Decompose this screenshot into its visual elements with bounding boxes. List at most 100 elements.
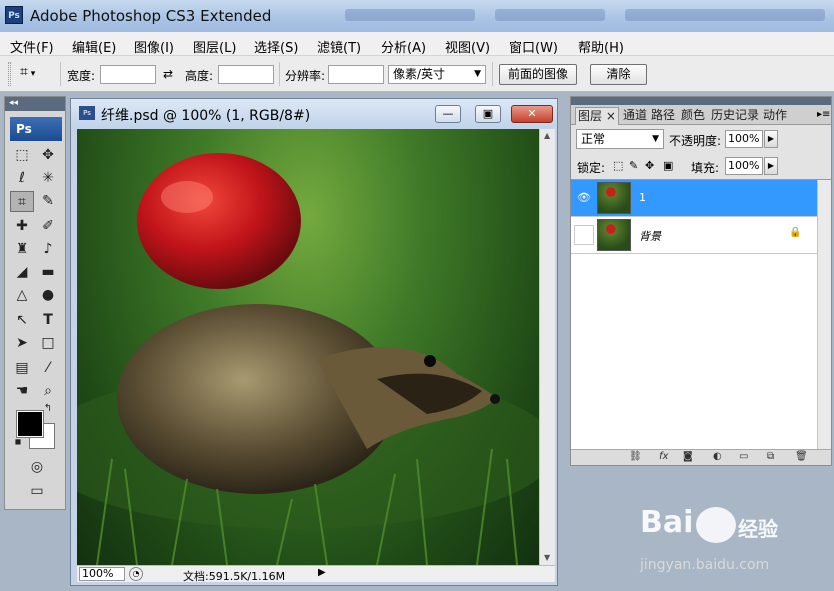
maximize-button[interactable]: ▣ <box>475 105 501 123</box>
clone-stamp-icon[interactable]: ♜ <box>10 239 34 260</box>
dodge-tool-icon[interactable]: ● <box>36 285 60 306</box>
resolution-unit-select[interactable]: 像素/英寸 ▼ <box>388 65 486 84</box>
gradient-tool-icon[interactable]: ▬ <box>36 262 60 283</box>
minimize-button[interactable]: — <box>435 105 461 123</box>
tab-layers[interactable]: 图层 × <box>575 107 619 125</box>
panel-menu-icon[interactable]: ▸≡ <box>817 109 830 120</box>
tab-actions[interactable]: 动作 <box>761 107 789 125</box>
opacity-slider-arrow[interactable]: ▶ <box>764 130 778 148</box>
lasso-tool-icon[interactable]: ℓ <box>10 168 34 189</box>
blend-mode-select[interactable]: 正常 ▼ <box>576 129 664 149</box>
lock-transparent-icon[interactable]: ⬚ <box>613 159 623 172</box>
toolbox-logo[interactable]: Ps <box>10 117 62 141</box>
tab-channels[interactable]: 通道 <box>621 107 649 125</box>
fill-slider-arrow[interactable]: ▶ <box>764 157 778 175</box>
document-title-bar[interactable]: Ps 纤维.psd @ 100% (1, RGB/8#) — ▣ ✕ <box>71 99 557 127</box>
document-title: 纤维.psd @ 100% (1, RGB/8#) <box>101 108 311 124</box>
magic-wand-icon[interactable]: ✳ <box>36 168 60 189</box>
eraser-tool-icon[interactable]: ◢ <box>10 262 34 283</box>
menu-file[interactable]: 文件(F) <box>10 37 54 56</box>
layer-thumbnail <box>597 219 631 251</box>
healing-brush-icon[interactable]: ✚ <box>10 216 34 237</box>
blur-tool-icon[interactable]: △ <box>10 285 34 306</box>
zoom-input[interactable]: 100% <box>79 567 125 581</box>
shape-tool-icon[interactable]: □ <box>36 333 60 354</box>
scroll-up-icon[interactable]: ▲ <box>544 131 550 140</box>
baidu-watermark: Bai 经验 jingyan.baidu.com <box>640 505 830 585</box>
adjustment-layer-icon[interactable]: ◐ <box>713 451 722 462</box>
tab-color[interactable]: 颜色 <box>679 107 707 125</box>
width-label: 宽度: <box>67 69 96 83</box>
lock-image-icon[interactable]: ✎ <box>629 159 638 172</box>
opacity-input[interactable]: 100% <box>725 130 763 148</box>
notes-tool-icon[interactable]: ▤ <box>10 358 34 379</box>
menu-select[interactable]: 选择(S) <box>254 37 298 56</box>
toolbox-header[interactable]: ◂◂ <box>5 97 65 111</box>
visibility-toggle[interactable] <box>574 225 594 245</box>
layer-name: 背景 <box>639 230 661 243</box>
path-selection-icon[interactable]: ↖ <box>10 310 34 331</box>
eyedropper-tool-icon[interactable]: ⁄ <box>36 358 60 379</box>
front-image-button[interactable]: 前面的图像 <box>499 64 577 85</box>
brush-tool-icon[interactable]: ✐ <box>36 216 60 237</box>
resolution-input[interactable] <box>328 65 384 84</box>
menu-filter[interactable]: 滤镜(T) <box>317 37 361 56</box>
status-arrow-icon[interactable]: ▶ <box>318 567 326 578</box>
trash-icon[interactable]: 🗑 <box>795 451 808 462</box>
height-input[interactable] <box>218 65 274 84</box>
taskbar-blur-1 <box>345 9 475 21</box>
default-colors-icon[interactable]: ◼ <box>12 437 24 447</box>
fx-icon[interactable]: fx <box>659 451 668 462</box>
type-tool-icon[interactable]: T <box>36 310 60 331</box>
layers-panel: 图层 × 通道 路径 颜色 历史记录 动作 ▸≡ 正常 ▼ 不透明度: 100%… <box>570 96 832 466</box>
menu-layer[interactable]: 图层(L) <box>193 37 236 56</box>
menu-edit[interactable]: 编辑(E) <box>72 37 116 56</box>
foreground-color-swatch[interactable] <box>16 410 44 438</box>
vertical-scrollbar[interactable]: ▲ ▼ <box>539 129 555 565</box>
resolution-label: 分辨率: <box>285 69 326 83</box>
lock-all-icon[interactable]: ▣ <box>663 159 673 172</box>
image-canvas[interactable] <box>77 129 539 565</box>
swap-icon[interactable]: ⇄ <box>163 67 173 81</box>
history-brush-icon[interactable]: ♪ <box>36 239 60 260</box>
crop-tool-icon[interactable]: ⌗ <box>10 191 34 212</box>
taskbar-blur-3 <box>625 9 825 21</box>
status-bar: 100% ◔ 文档:591.5K/1.16M ▶ <box>77 565 555 583</box>
tab-paths[interactable]: 路径 <box>649 107 677 125</box>
close-button[interactable]: ✕ <box>511 105 553 123</box>
menu-window[interactable]: 窗口(W) <box>509 37 558 56</box>
fill-input[interactable]: 100% <box>725 157 763 175</box>
menu-help[interactable]: 帮助(H) <box>578 37 624 56</box>
slice-tool-icon[interactable]: ✎ <box>36 191 60 212</box>
screen-mode-icon[interactable]: ▭ <box>25 481 49 502</box>
menu-view[interactable]: 视图(V) <box>445 37 490 56</box>
quick-mask-icon[interactable]: ◎ <box>25 457 49 478</box>
zoom-tool-icon[interactable]: ⌕ <box>36 381 60 402</box>
menu-analysis[interactable]: 分析(A) <box>381 37 426 56</box>
eye-icon[interactable]: 👁 <box>574 188 594 208</box>
marquee-tool-icon[interactable]: ⬚ <box>10 145 34 166</box>
scroll-down-icon[interactable]: ▼ <box>544 553 550 562</box>
menu-image[interactable]: 图像(I) <box>134 37 174 56</box>
swap-colors-icon[interactable]: ↰ <box>41 403 55 415</box>
taskbar-blur-2 <box>495 9 605 21</box>
options-grip[interactable] <box>8 62 11 86</box>
crop-tool-preset[interactable]: ⌗ ▾ <box>20 64 54 84</box>
layers-scrollbar[interactable] <box>817 180 831 450</box>
lock-position-icon[interactable]: ✥ <box>645 159 654 172</box>
move-tool-icon[interactable]: ✥ <box>36 145 60 166</box>
tab-history[interactable]: 历史记录 <box>709 107 761 125</box>
toolbox: ◂◂ Ps ⬚ ✥ ℓ ✳ ⌗ ✎ ✚ ✐ ♜ ♪ ◢ ▬ △ ● ↖ T ➤ … <box>4 96 66 510</box>
layer-row-background[interactable]: 背景 🔒 <box>571 217 817 254</box>
hand-tool-icon[interactable]: ☚ <box>10 381 34 402</box>
pen-tool-icon[interactable]: ➤ <box>10 333 34 354</box>
new-group-icon[interactable]: ▭ <box>739 451 748 462</box>
new-layer-icon[interactable]: ⧉ <box>767 451 774 462</box>
clear-button[interactable]: 清除 <box>590 64 647 85</box>
width-input[interactable] <box>100 65 156 84</box>
panel-header[interactable] <box>571 97 831 105</box>
add-mask-icon[interactable]: ◙ <box>683 451 693 462</box>
status-menu-icon[interactable]: ◔ <box>129 567 143 581</box>
layer-row-1[interactable]: 👁 1 <box>571 180 817 217</box>
link-layers-icon[interactable]: ⛓ <box>629 451 642 462</box>
